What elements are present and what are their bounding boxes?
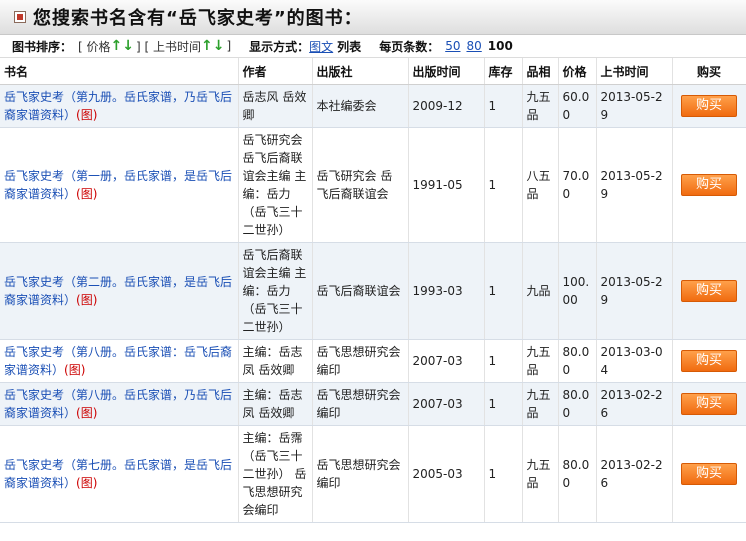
toolbar: 图书排序： [ 价格 ↑ ↓ ] [ 上书时间 ↑ ↓ ] 显示方式： 图文 列表 … [0,35,746,58]
sort-label: 图书排序： [12,39,73,54]
book-publisher: 岳飞后裔联谊会 [312,242,409,340]
book-stock: 1 [484,425,523,523]
book-title-link[interactable]: 岳飞家史考（第一册，岳氏家谱，是岳飞后裔家谱资料） [4,169,232,201]
book-publisher: 岳飞研究会 岳飞后裔联谊会 [312,127,409,243]
header-condition: 品相 [522,58,559,85]
book-price: 80.00 [558,382,597,426]
image-tag-link[interactable]: (图) [76,476,97,490]
book-condition: 九五品 [522,339,559,383]
table-row: 岳飞家史考（第七册。岳氏家谱，是岳飞后裔家谱资料）(图) 主编：岳霈（岳飞三十二… [0,425,746,523]
image-tag-link[interactable]: (图) [64,363,85,377]
image-tag-link[interactable]: (图) [76,187,97,201]
book-date: 2007-03 [408,382,485,426]
header-listed: 上书时间 [596,58,673,85]
book-condition: 九品 [522,242,559,340]
buy-button[interactable]: 购买 [681,350,737,372]
buy-button[interactable]: 购买 [681,174,737,196]
table-row: 岳飞家史考（第八册。岳氏家谱：岳飞后裔家谱资料）(图) 主编：岳志凤 岳效卿 岳… [0,339,746,383]
book-publisher: 本社编委会 [312,84,409,128]
book-title-link[interactable]: 岳飞家史考（第八册。岳氏家谱，乃岳飞后裔家谱资料） [4,388,232,420]
header-price: 价格 [558,58,597,85]
buy-button[interactable]: 购买 [681,280,737,302]
image-tag-link[interactable]: (图) [76,293,97,307]
table-row: 岳飞家史考（第九册。岳氏家谱，乃岳飞后裔家谱资料）(图) 岳志风 岳效卿 本社编… [0,84,746,128]
image-tag-link[interactable]: (图) [76,406,97,420]
results-table: 书名 作者 出版社 出版时间 库存 品相 价格 上书时间 购买 岳飞家史考（第九… [0,58,746,523]
bullet-square-icon [14,11,26,23]
display-list-current: 列表 [337,39,362,54]
book-date: 2007-03 [408,339,485,383]
header-stock: 库存 [484,58,523,85]
book-price: 80.00 [558,339,597,383]
book-stock: 1 [484,339,523,383]
display-label: 显示方式： [249,39,310,54]
book-condition: 八五品 [522,127,559,243]
buy-button[interactable]: 购买 [681,393,737,415]
perpage-label: 每页条数： [379,39,440,54]
book-title-link[interactable]: 岳飞家史考（第七册。岳氏家谱，是岳飞后裔家谱资料） [4,458,232,490]
book-listed: 2013-02-26 [596,425,673,523]
header-title: 书名 [0,58,239,85]
book-date: 1993-03 [408,242,485,340]
book-author: 主编：岳霈（岳飞三十二世孙） 岳飞思想研究会编印 [238,425,313,523]
book-title-link[interactable]: 岳飞家史考（第九册。岳氏家谱，乃岳飞后裔家谱资料） [4,90,232,122]
page-header: 您搜索书名含有“岳飞家史考”的图书： [0,0,746,35]
header-author: 作者 [238,58,313,85]
book-author: 岳志风 岳效卿 [238,84,313,128]
sort-price-label: [ 价格 [78,39,111,54]
book-listed: 2013-03-04 [596,339,673,383]
table-row: 岳飞家史考（第二册。岳氏家谱，是岳飞后裔家谱资料）(图) 岳飞后裔联谊会主编 主… [0,242,746,340]
book-price: 80.00 [558,425,597,523]
sort-time-asc-icon[interactable]: ↑ [201,38,213,54]
perpage-80-link[interactable]: 80 [466,39,481,53]
image-tag-link[interactable]: (图) [76,108,97,122]
book-price: 70.00 [558,127,597,243]
buy-button[interactable]: 购买 [681,463,737,485]
book-publisher: 岳飞思想研究会编印 [312,382,409,426]
book-author: 岳飞研究会 岳飞后裔联谊会主编 主编：岳力（岳飞三十二世孙） [238,127,313,243]
sort-time-label: ] [ 上书时间 [135,39,201,54]
sort-price-asc-icon[interactable]: ↑ [111,38,123,54]
book-price: 100.00 [558,242,597,340]
book-title-link[interactable]: 岳飞家史考（第八册。岳氏家谱：岳飞后裔家谱资料） [4,345,232,377]
book-condition: 九五品 [522,84,559,128]
table-row: 岳飞家史考（第八册。岳氏家谱，乃岳飞后裔家谱资料）(图) 主编：岳志凤 岳效卿 … [0,382,746,426]
book-listed: 2013-05-29 [596,242,673,340]
header-date: 出版时间 [408,58,485,85]
display-image-link[interactable]: 图文 [309,38,333,55]
book-title-link[interactable]: 岳飞家史考（第二册。岳氏家谱，是岳飞后裔家谱资料） [4,275,232,307]
header-publisher: 出版社 [312,58,409,85]
book-listed: 2013-02-26 [596,382,673,426]
book-author: 主编：岳志凤 岳效卿 [238,382,313,426]
book-condition: 九五品 [522,425,559,523]
buy-button[interactable]: 购买 [681,95,737,117]
sort-end: ] [226,39,232,53]
book-condition: 九五品 [522,382,559,426]
book-author: 岳飞后裔联谊会主编 主编：岳力（岳飞三十二世孙） [238,242,313,340]
book-author: 主编：岳志凤 岳效卿 [238,339,313,383]
book-date: 2005-03 [408,425,485,523]
perpage-50-link[interactable]: 50 [445,39,460,53]
book-price: 60.00 [558,84,597,128]
sort-time-desc-icon[interactable]: ↓ [213,38,225,54]
book-stock: 1 [484,84,523,128]
book-publisher: 岳飞思想研究会编印 [312,339,409,383]
page-title: 您搜索书名含有“岳飞家史考”的图书： [33,8,363,29]
book-stock: 1 [484,127,523,243]
sort-price-desc-icon[interactable]: ↓ [122,38,134,54]
book-publisher: 岳飞思想研究会编印 [312,425,409,523]
table-header-row: 书名 作者 出版社 出版时间 库存 品相 价格 上书时间 购买 [0,58,746,85]
book-date: 2009-12 [408,84,485,128]
book-listed: 2013-05-29 [596,84,673,128]
book-stock: 1 [484,382,523,426]
header-buy: 购买 [672,58,746,85]
book-stock: 1 [484,242,523,340]
table-row: 岳飞家史考（第一册，岳氏家谱，是岳飞后裔家谱资料）(图) 岳飞研究会 岳飞后裔联… [0,127,746,243]
perpage-current: 100 [487,39,513,53]
book-date: 1991-05 [408,127,485,243]
book-listed: 2013-05-29 [596,127,673,243]
